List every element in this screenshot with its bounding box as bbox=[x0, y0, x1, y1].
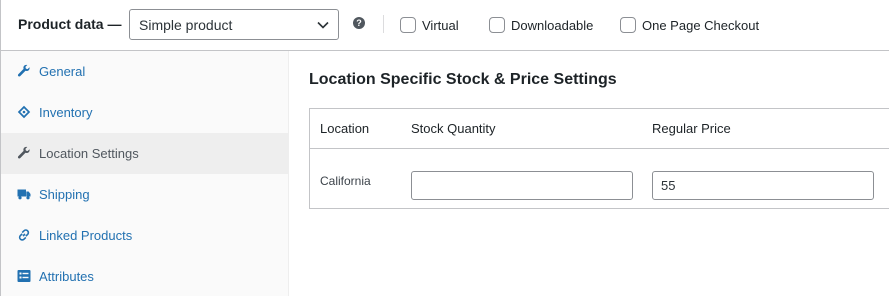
column-header-regular-price: Regular Price bbox=[652, 121, 731, 136]
section-heading: Location Specific Stock & Price Settings bbox=[309, 71, 617, 88]
stock-quantity-input[interactable] bbox=[411, 171, 633, 200]
tab-linked-products[interactable]: Linked Products bbox=[1, 215, 288, 256]
wrench-icon bbox=[17, 146, 30, 159]
column-header-location: Location bbox=[320, 121, 370, 136]
location-settings-table: Location Stock Quantity Regular Price Ca… bbox=[309, 108, 889, 209]
checkbox-label: One Page Checkout bbox=[642, 17, 760, 33]
product-data-tabs: General Inventory Location Settings Ship… bbox=[1, 51, 289, 296]
column-header-stock-quantity: Stock Quantity bbox=[411, 121, 496, 136]
checkbox-box[interactable] bbox=[489, 17, 505, 33]
question-icon[interactable]: ? bbox=[353, 17, 365, 29]
chevron-down-icon bbox=[317, 21, 329, 29]
product-type-select[interactable]: Simple product bbox=[129, 9, 339, 40]
tab-label: Linked Products bbox=[39, 228, 133, 243]
regular-price-input[interactable] bbox=[652, 171, 874, 200]
tab-label: General bbox=[39, 64, 86, 79]
product-data-panel: Product data — Simple product ? Virtual … bbox=[0, 0, 889, 296]
tab-label: Location Settings bbox=[39, 146, 139, 161]
one-page-checkout-checkbox[interactable]: One Page Checkout bbox=[620, 16, 759, 34]
product-data-header: Product data — Simple product ? Virtual … bbox=[1, 0, 889, 51]
tab-label: Shipping bbox=[39, 187, 90, 202]
panel-title: Product data — bbox=[18, 16, 122, 32]
tab-attributes[interactable]: Attributes bbox=[1, 256, 288, 296]
tag-icon bbox=[17, 105, 31, 119]
tab-inventory[interactable]: Inventory bbox=[1, 92, 288, 133]
list-icon bbox=[17, 270, 31, 282]
table-header-row: Location Stock Quantity Regular Price bbox=[310, 109, 889, 149]
tab-label: Inventory bbox=[39, 105, 93, 120]
downloadable-checkbox[interactable]: Downloadable bbox=[489, 16, 593, 34]
tab-shipping[interactable]: Shipping bbox=[1, 174, 288, 215]
header-divider bbox=[383, 15, 384, 33]
link-icon bbox=[18, 229, 30, 241]
truck-icon bbox=[17, 189, 31, 200]
location-cell: California bbox=[320, 174, 371, 188]
product-type-value: Simple product bbox=[139, 17, 233, 33]
checkbox-label: Virtual bbox=[422, 17, 459, 33]
location-settings-panel: Location Specific Stock & Price Settings… bbox=[289, 51, 889, 296]
tab-label: Attributes bbox=[39, 269, 94, 284]
checkbox-box[interactable] bbox=[400, 17, 416, 33]
virtual-checkbox[interactable]: Virtual bbox=[400, 16, 459, 34]
tab-location-settings[interactable]: Location Settings bbox=[1, 133, 288, 174]
checkbox-box[interactable] bbox=[620, 17, 636, 33]
checkbox-label: Downloadable bbox=[511, 17, 594, 33]
tab-general[interactable]: General bbox=[1, 51, 288, 92]
wrench-icon bbox=[17, 64, 30, 77]
